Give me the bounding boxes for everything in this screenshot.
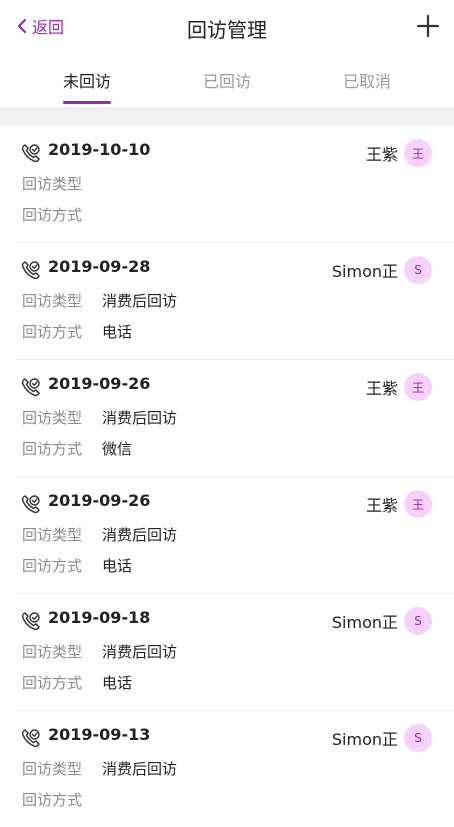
visit-method-row: 回访方式 微信 (22, 438, 132, 459)
avatar: 王 (404, 490, 432, 518)
visit-method-label: 回访方式 (22, 674, 83, 692)
visit-date: 2019-10-10 (48, 140, 151, 159)
visit-type-row: 回访类型 (22, 173, 102, 194)
assignee: Simon正 S (332, 724, 432, 752)
assignee: Simon正 S (332, 607, 432, 635)
nav-bar: 返回 回访管理 (0, 0, 454, 56)
visit-type-value: 消费后回访 (102, 643, 178, 661)
visit-type-label: 回访类型 (22, 526, 83, 544)
visit-date: 2019-09-13 (48, 725, 151, 744)
visit-method-label: 回访方式 (22, 440, 83, 458)
visit-card[interactable]: 2019-09-26 王紫王回访类型 消费后回访回访方式 微信 (16, 360, 454, 477)
tab-unvisited[interactable]: 未回访 (27, 68, 147, 92)
visit-type-value: 消费后回访 (102, 760, 178, 778)
add-icon[interactable] (414, 12, 442, 40)
visit-method-row: 回访方式 电话 (22, 555, 132, 576)
visit-method-label: 回访方式 (22, 557, 83, 575)
avatar: 王 (404, 373, 432, 401)
tab-visited[interactable]: 已回访 (167, 68, 287, 92)
visit-type-value: 消费后回访 (102, 409, 178, 427)
visit-type-label: 回访类型 (22, 409, 83, 427)
phone-callback-icon (20, 142, 42, 164)
tab-cancelled[interactable]: 已取消 (307, 68, 427, 92)
visit-method-label: 回访方式 (22, 791, 83, 809)
phone-callback-icon (20, 259, 42, 281)
visit-type-label: 回访类型 (22, 292, 83, 310)
visit-type-label: 回访类型 (22, 175, 83, 193)
visit-type-row: 回访类型 消费后回访 (22, 524, 177, 545)
phone-callback-icon (20, 493, 42, 515)
tab-indicator (63, 101, 111, 104)
assignee-name: Simon正 (331, 730, 398, 749)
visit-date: 2019-09-26 (48, 374, 151, 393)
visit-type-value: 消费后回访 (102, 292, 178, 310)
avatar: S (404, 724, 432, 752)
assignee-name: 王紫 (365, 379, 398, 398)
visit-card[interactable]: 2019-10-10 王紫王回访类型回访方式 (16, 126, 454, 243)
visit-card[interactable]: 2019-09-28 Simon正 S 回访类型 消费后回访回访方式 电话 (16, 243, 454, 360)
visit-method-label: 回访方式 (22, 323, 83, 341)
visit-type-row: 回访类型 消费后回访 (22, 290, 177, 311)
avatar: S (404, 607, 432, 635)
visit-card[interactable]: 2019-09-26 王紫王回访类型 消费后回访回访方式 电话 (16, 477, 454, 594)
assignee-name: Simon正 (331, 262, 398, 281)
visit-method-row: 回访方式 (22, 789, 102, 810)
assignee: 王紫王 (366, 373, 432, 401)
visit-type-row: 回访类型 消费后回访 (22, 758, 177, 779)
assignee: 王紫王 (366, 490, 432, 518)
visit-method-row: 回访方式 电话 (22, 321, 132, 342)
avatar: 王 (404, 139, 432, 167)
visit-method-value: 电话 (102, 557, 133, 575)
visit-card[interactable]: 2019-09-18 Simon正 S 回访类型 消费后回访回访方式 电话 (16, 594, 454, 711)
page-title: 回访管理 (187, 18, 267, 42)
visit-type-label: 回访类型 (22, 643, 83, 661)
assignee-name: 王紫 (365, 496, 398, 515)
visit-date: 2019-09-26 (48, 491, 151, 510)
phone-callback-icon (20, 727, 42, 749)
visit-method-value: 微信 (102, 440, 133, 458)
visit-method-row: 回访方式 电话 (22, 672, 132, 693)
visit-date: 2019-09-18 (48, 608, 151, 627)
visit-type-row: 回访类型 消费后回访 (22, 407, 177, 428)
phone-callback-icon (20, 610, 42, 632)
assignee: 王紫王 (366, 139, 432, 167)
assignee-name: 王紫 (365, 145, 398, 164)
visit-list: 2019-10-10 王紫王回访类型 回访方式 2019-09-28 Simon正 S 回访… (0, 126, 454, 827)
visit-type-row: 回访类型 消费后回访 (22, 641, 177, 662)
visit-method-value: 电话 (102, 323, 133, 341)
section-divider (0, 107, 454, 126)
assignee: Simon正 S (332, 256, 432, 284)
visit-method-value: 电话 (102, 674, 133, 692)
visit-method-row: 回访方式 (22, 204, 102, 225)
phone-callback-icon (20, 376, 42, 398)
visit-type-label: 回访类型 (22, 760, 83, 778)
assignee-name: Simon正 (331, 613, 398, 632)
avatar: S (404, 256, 432, 284)
visit-type-value: 消费后回访 (102, 526, 178, 544)
visit-card[interactable]: 2019-09-13 Simon正 S 回访类型 消费后回访回访方式 (16, 711, 454, 827)
visit-method-label: 回访方式 (22, 206, 83, 224)
visit-date: 2019-09-28 (48, 257, 151, 276)
